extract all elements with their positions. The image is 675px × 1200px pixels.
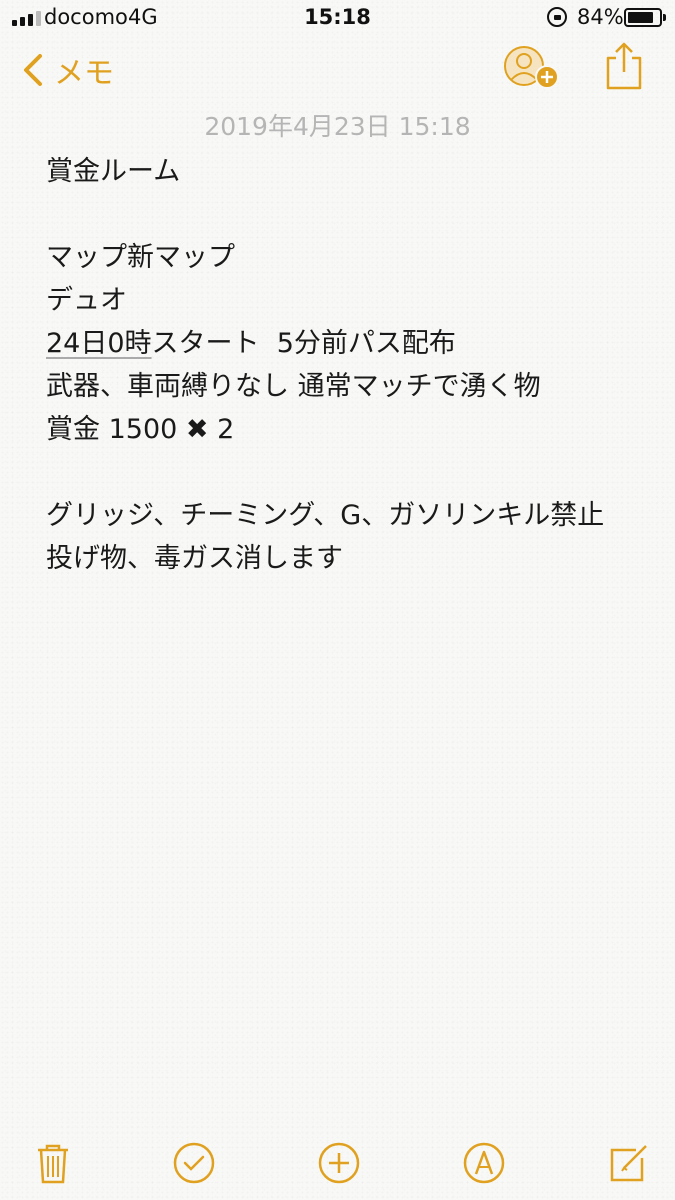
battery-level-fill [628,12,653,23]
note-line: グリッジ、チーミング、G、ガソリンキル禁止 [46,500,605,531]
note-line: デュオ [46,285,127,316]
battery-percent: 84% [577,5,624,29]
note-body[interactable]: 賞金ルーム マップ新マップ デュオ 24日0時スタート 5分前パス配布 武器、車… [46,150,656,580]
trash-icon [38,1144,68,1184]
add-button[interactable] [316,1140,362,1186]
date-link[interactable]: 24日0時 [46,328,152,359]
note-date: 2019年4月23日 15:18 [204,112,471,141]
back-button[interactable]: メモ [22,48,114,92]
add-person-icon [504,46,559,89]
note-line-blank [46,451,656,494]
share-button[interactable] [604,40,644,92]
bottom-toolbar [0,1130,675,1200]
markup-icon [463,1142,505,1184]
add-icon [318,1142,360,1184]
status-time: 15:18 [304,5,371,29]
compose-icon [610,1145,647,1182]
note-line: 賞金ルーム [46,156,181,187]
markup-button[interactable] [461,1140,507,1186]
note-line: マップ新マップ [46,242,235,273]
delete-button[interactable] [30,1140,76,1186]
orientation-lock-icon [547,7,567,27]
compose-button[interactable] [606,1140,652,1186]
note-line-text: スタート 5分前パス配布 [151,328,456,359]
add-person-button[interactable] [503,44,561,94]
checklist-icon [173,1142,215,1184]
battery-icon [624,8,666,27]
status-bar: docomo 4G 15:18 84% [0,0,675,36]
note-line: 24日0時スタート 5分前パス配布 [46,322,656,365]
note-line: 投げ物、毒ガス消します [46,543,343,574]
checklist-button[interactable] [171,1140,217,1186]
share-icon [606,42,642,90]
note-line-blank [46,193,656,236]
chevron-left-icon [24,54,42,86]
notes-screen: docomo 4G 15:18 84% メモ 2019年4月23日 15:18 [0,0,675,1200]
note-line: 武器、車両縛りなし 通常マッチで湧く物 [46,371,541,402]
back-label: メモ [54,56,114,91]
note-line: 賞金 1500 ✖︎ 2 [46,414,235,445]
